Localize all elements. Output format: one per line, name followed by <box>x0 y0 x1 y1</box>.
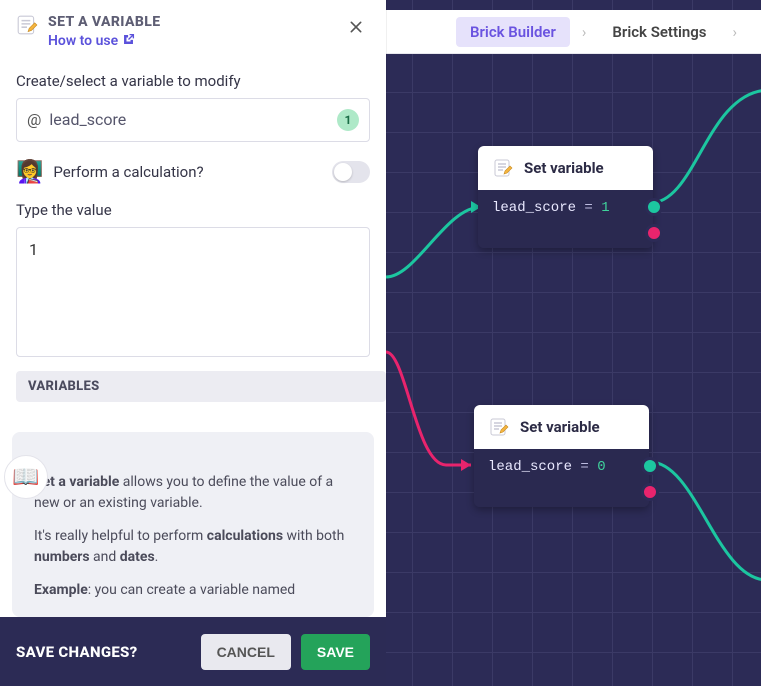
close-button[interactable] <box>342 14 370 42</box>
edges-layer <box>386 60 761 620</box>
tab-brick-builder[interactable]: Brick Builder <box>456 17 570 47</box>
open-book-icon: 📖 <box>12 465 39 490</box>
calculation-row: 👩‍🏫 Perform a calculation? <box>0 142 386 191</box>
output-port-false[interactable] <box>645 224 663 242</box>
node-value: 0 <box>597 459 605 475</box>
panel-title: SET A VARIABLE <box>48 14 160 30</box>
save-button[interactable]: SAVE <box>301 634 370 670</box>
node-var: lead_score <box>492 200 576 216</box>
variable-count-badge: 1 <box>337 109 359 131</box>
node-var: lead_score <box>488 459 572 475</box>
note-pencil-icon <box>492 157 514 179</box>
node-body: lead_score = 0 <box>474 449 649 507</box>
help-card: Set a variable allows you to define the … <box>12 432 374 618</box>
chevron-right-icon: › <box>582 23 587 41</box>
panel-header: SET A VARIABLE How to use <box>0 0 386 62</box>
select-variable-label: Create/select a variable to modify <box>16 72 370 90</box>
value-label: Type the value <box>16 201 370 219</box>
output-port-true[interactable] <box>645 198 663 216</box>
value-input[interactable] <box>16 227 370 357</box>
equals-sign: = <box>576 200 601 216</box>
calculation-toggle[interactable] <box>332 161 370 183</box>
node-header: Set variable <box>474 405 649 449</box>
save-prompt: SAVE CHANGES? <box>16 643 191 661</box>
chevron-right-icon: › <box>733 23 738 41</box>
close-icon <box>348 19 364 35</box>
calculation-label: Perform a calculation? <box>53 163 322 181</box>
external-link-icon <box>122 33 135 50</box>
variables-chip[interactable]: VARIABLES <box>16 371 386 402</box>
node-body: lead_score = 1 <box>478 190 653 248</box>
footer: SAVE CHANGES? CANCEL SAVE <box>0 617 386 686</box>
variable-name: lead_score <box>49 110 329 129</box>
note-pencil-icon <box>16 14 38 36</box>
top-tabs: Brick Builder › Brick Settings › <box>386 10 761 54</box>
node-header: Set variable <box>478 146 653 190</box>
node-set-variable-1[interactable]: Set variable lead_score = 1 <box>478 146 653 248</box>
cancel-button[interactable]: CANCEL <box>201 634 291 670</box>
config-panel: SET A VARIABLE How to use Create/select … <box>0 0 386 617</box>
variable-select[interactable]: @ lead_score 1 <box>16 98 370 142</box>
node-title: Set variable <box>524 159 604 177</box>
node-value: 1 <box>601 200 609 216</box>
how-to-use-link[interactable]: How to use <box>48 33 135 50</box>
equals-sign: = <box>572 459 597 475</box>
node-title: Set variable <box>520 418 600 436</box>
note-pencil-icon <box>488 416 510 438</box>
tab-brick-settings[interactable]: Brick Settings <box>598 17 720 47</box>
at-icon: @ <box>27 110 41 129</box>
teacher-emoji-icon: 👩‍🏫 <box>16 160 43 185</box>
output-port-true[interactable] <box>641 457 659 475</box>
node-set-variable-2[interactable]: Set variable lead_score = 0 <box>474 405 649 507</box>
help-avatar: 📖 <box>4 455 48 499</box>
output-port-false[interactable] <box>641 483 659 501</box>
